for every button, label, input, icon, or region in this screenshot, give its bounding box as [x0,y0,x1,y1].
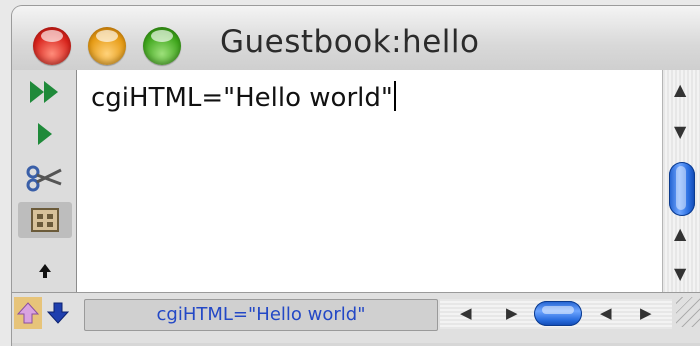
zoom-window-button[interactable] [143,27,181,65]
procedure-button[interactable] [18,202,72,238]
nav-up-button[interactable] [14,297,42,329]
status-field: cgiHTML="Hello world" [84,299,438,331]
resize-grip-icon[interactable] [676,297,700,327]
horizontal-scrollbar[interactable]: ◀ ▶ ◀ ▶ [440,299,672,329]
window: Guestbook:hello cgiHTML="Hello world" ▲ … [12,6,700,346]
scissors-icon [26,165,62,192]
code-text: cgiHTML="Hello world" [91,83,393,113]
scroll-left-end-icon[interactable]: ◀ [600,306,612,321]
vertical-scroll-thumb[interactable] [669,162,695,216]
scroll-right-end-icon[interactable]: ▶ [640,306,652,321]
scroll-up-lower-icon[interactable]: ▲ [674,226,686,242]
window-title: Guestbook:hello [220,24,480,60]
down-arrow-icon [47,302,69,324]
text-caret [393,81,396,111]
run-button[interactable] [18,116,72,152]
procedure-icon [31,208,59,232]
bottom-bar: cgiHTML="Hello world" ◀ ▶ ◀ ▶ [12,292,700,343]
code-line: cgiHTML="Hello world" [91,81,396,113]
procedure-toolbar [12,70,77,298]
double-play-icon [30,81,58,103]
nav-down-button[interactable] [44,297,72,329]
title-bar[interactable]: Guestbook:hello [12,6,700,70]
pin-icon [39,264,51,278]
scroll-left-icon[interactable]: ◀ [460,306,472,321]
minimize-window-button[interactable] [88,27,126,65]
extra-tool-button[interactable] [18,256,72,286]
scroll-up-icon[interactable]: ▲ [674,82,686,98]
vertical-scrollbar[interactable]: ▲ ▼ ▲ ▼ [662,70,700,292]
horizontal-scroll-thumb[interactable] [534,301,582,326]
code-editor[interactable]: cgiHTML="Hello world" [77,70,662,292]
run-all-button[interactable] [18,74,72,110]
play-icon [38,123,52,145]
close-window-button[interactable] [33,27,71,65]
scroll-down-lower-icon[interactable]: ▼ [674,266,686,282]
cut-button[interactable] [18,160,72,196]
up-arrow-icon [17,302,39,324]
scroll-down-icon[interactable]: ▼ [674,124,686,140]
scroll-right-icon[interactable]: ▶ [506,306,518,321]
